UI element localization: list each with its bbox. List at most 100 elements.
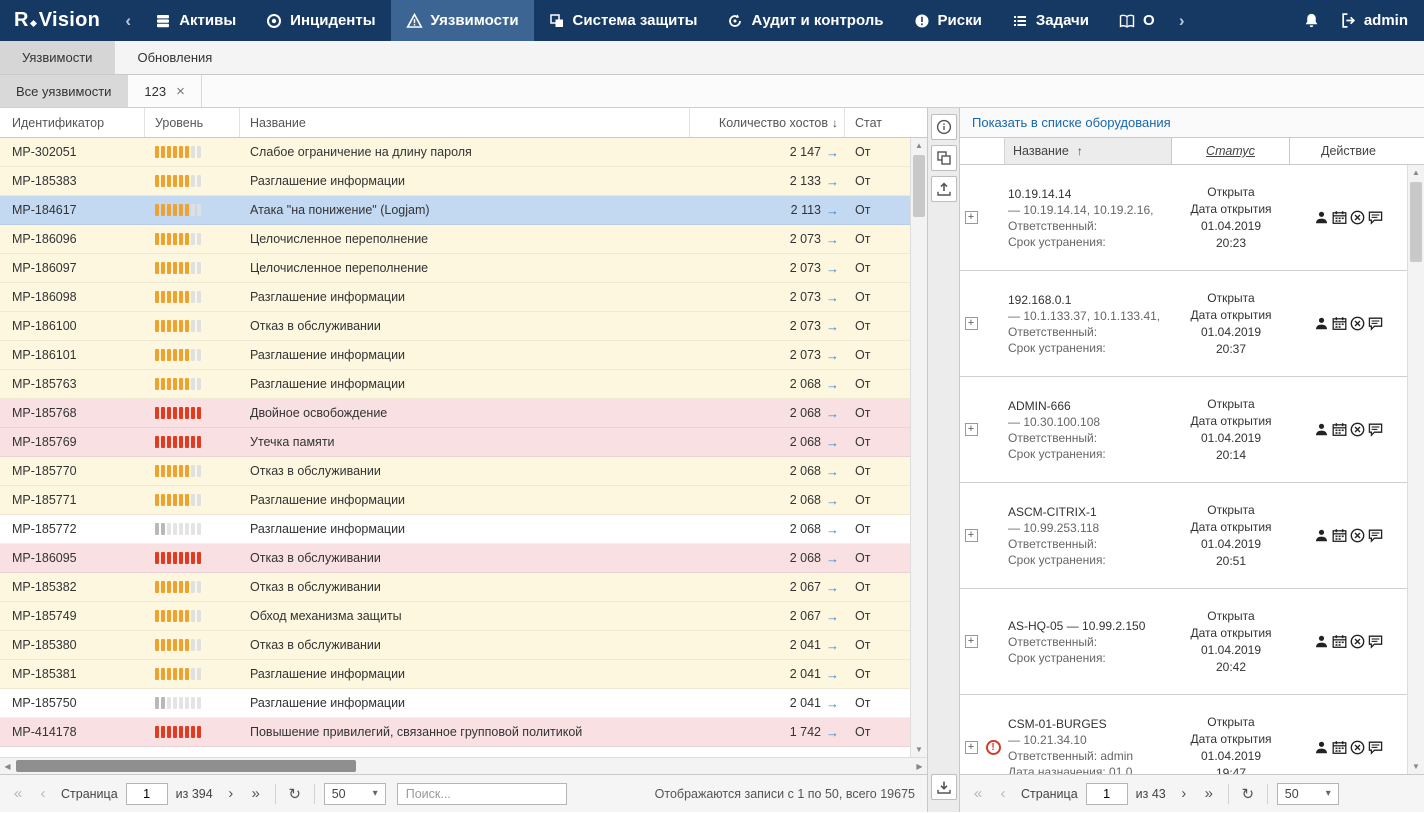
comment-button[interactable]	[1368, 210, 1383, 225]
schedule-button[interactable]	[1332, 528, 1347, 543]
comment-button[interactable]	[1368, 316, 1383, 331]
column-header-name[interactable]: Название	[240, 108, 690, 137]
open-hosts-icon[interactable]: →	[826, 261, 839, 276]
page-size-select[interactable]: 50 ▾	[1276, 782, 1339, 805]
vulnerability-row[interactable]: MP-185749 Обход механизма защиты 2 067 →…	[0, 602, 910, 631]
cancel-button[interactable]	[1350, 740, 1365, 755]
column-header-hosts[interactable]: Количество хостов ↓	[690, 108, 845, 137]
open-hosts-icon[interactable]: →	[826, 725, 839, 740]
equipment-row[interactable]: + ! ADMIN-666 — 10.30.100.108 Ответствен…	[960, 377, 1407, 483]
assign-user-button[interactable]	[1314, 316, 1329, 331]
export-button[interactable]	[930, 176, 957, 202]
comment-button[interactable]	[1368, 634, 1383, 649]
cancel-button[interactable]	[1350, 422, 1365, 437]
open-hosts-icon[interactable]: →	[826, 290, 839, 305]
last-page-button[interactable]: »	[246, 783, 266, 805]
cancel-button[interactable]	[1350, 316, 1365, 331]
schedule-button[interactable]	[1332, 634, 1347, 649]
scroll-right-icon[interactable]: ▶	[912, 758, 927, 774]
open-hosts-icon[interactable]: →	[826, 551, 839, 566]
vulnerability-row[interactable]: MP-185763 Разглашение информации 2 068 →…	[0, 370, 910, 399]
cancel-button[interactable]	[1350, 634, 1365, 649]
download-button[interactable]	[930, 774, 957, 800]
expand-button[interactable]: +	[964, 635, 978, 648]
page-input[interactable]	[125, 782, 168, 805]
search-input[interactable]	[396, 782, 567, 805]
vulnerability-row[interactable]: MP-186098 Разглашение информации 2 073 →…	[0, 283, 910, 312]
expand-button[interactable]: +	[964, 211, 978, 224]
assign-user-button[interactable]	[1314, 634, 1329, 649]
equipment-row[interactable]: + ! 192.168.0.1 — 10.1.133.37, 10.1.133.…	[960, 271, 1407, 377]
nav-scroll-left-icon[interactable]: ‹	[116, 0, 140, 41]
info-button[interactable]	[930, 114, 957, 140]
column-header-equipment-name[interactable]: Название ↑	[1004, 138, 1172, 164]
assign-user-button[interactable]	[1314, 422, 1329, 437]
nav-item-incidents[interactable]: Инциденты	[251, 0, 390, 41]
scrollbar-thumb[interactable]	[1410, 182, 1422, 262]
open-hosts-icon[interactable]: →	[826, 348, 839, 363]
vertical-scrollbar[interactable]: ▲ ▼	[910, 138, 927, 757]
vulnerability-row[interactable]: MP-186101 Разглашение информации 2 073 →…	[0, 341, 910, 370]
comment-button[interactable]	[1368, 422, 1383, 437]
nav-item-reports[interactable]: О	[1104, 0, 1170, 41]
open-hosts-icon[interactable]: →	[826, 638, 839, 653]
assign-user-button[interactable]	[1314, 740, 1329, 755]
user-menu[interactable]: admin	[1332, 0, 1424, 41]
nav-item-vulnerabilities[interactable]: Уязвимости	[390, 0, 534, 41]
schedule-button[interactable]	[1332, 740, 1347, 755]
nav-item-risks[interactable]: Риски	[899, 0, 997, 41]
scroll-down-icon[interactable]: ▼	[1408, 759, 1424, 774]
open-hosts-icon[interactable]: →	[826, 464, 839, 479]
close-icon[interactable]: ×	[176, 84, 185, 99]
scroll-down-icon[interactable]: ▼	[911, 742, 927, 757]
comment-button[interactable]	[1368, 740, 1383, 755]
vulnerability-row[interactable]: MP-414178 Повышение привилегий, связанно…	[0, 718, 910, 747]
schedule-button[interactable]	[1332, 422, 1347, 437]
equipment-row[interactable]: + ! CSM-01-BURGES — 10.21.34.10 Ответств…	[960, 695, 1407, 774]
expand-button[interactable]: +	[964, 741, 978, 754]
open-hosts-icon[interactable]: →	[826, 377, 839, 392]
filter-tab-123[interactable]: 123 ×	[128, 75, 202, 107]
vulnerability-row[interactable]: MP-185771 Разглашение информации 2 068 →…	[0, 486, 910, 515]
assign-user-button[interactable]	[1314, 528, 1329, 543]
nav-item-audit[interactable]: Аудит и контроль	[712, 0, 898, 41]
expand-button[interactable]: +	[964, 423, 978, 436]
open-hosts-icon[interactable]: →	[826, 522, 839, 537]
first-page-button[interactable]: «	[968, 783, 988, 805]
open-hosts-icon[interactable]: →	[826, 609, 839, 624]
vulnerability-row[interactable]: MP-186096 Целочисленное переполнение 2 0…	[0, 225, 910, 254]
filter-tab-all-vulnerabilities[interactable]: Все уязвимости	[0, 75, 129, 107]
column-header-equipment-action[interactable]: Действие	[1290, 138, 1407, 164]
cancel-button[interactable]	[1350, 210, 1365, 225]
scrollbar-thumb[interactable]	[16, 760, 356, 772]
open-hosts-icon[interactable]: →	[826, 493, 839, 508]
prev-page-button[interactable]: ‹	[33, 783, 53, 805]
open-hosts-icon[interactable]: →	[826, 435, 839, 450]
vulnerability-row[interactable]: MP-185383 Разглашение информации 2 133 →…	[0, 167, 910, 196]
column-header-identifier[interactable]: Идентификатор	[0, 108, 145, 137]
comment-button[interactable]	[1368, 528, 1383, 543]
vulnerability-row[interactable]: MP-185769 Утечка памяти 2 068 → От	[0, 428, 910, 457]
nav-scroll-right-icon[interactable]: ›	[1170, 0, 1194, 41]
page-size-select[interactable]: 50 ▾	[323, 782, 386, 805]
scroll-up-icon[interactable]: ▲	[911, 138, 927, 153]
vulnerability-row[interactable]: MP-186097 Целочисленное переполнение 2 0…	[0, 254, 910, 283]
app-logo[interactable]: R Vision	[0, 0, 116, 41]
expand-button[interactable]: +	[964, 529, 978, 542]
nav-item-protection-system[interactable]: Система защиты	[534, 0, 713, 41]
vulnerability-row[interactable]: MP-185768 Двойное освобождение 2 068 → О…	[0, 399, 910, 428]
vertical-scrollbar[interactable]: ▲ ▼	[1407, 165, 1424, 774]
next-page-button[interactable]: ›	[1174, 783, 1194, 805]
refresh-button[interactable]: ↻	[285, 783, 305, 805]
column-header-status[interactable]: Стат	[845, 108, 927, 137]
open-hosts-icon[interactable]: →	[826, 696, 839, 711]
assign-user-button[interactable]	[1314, 210, 1329, 225]
column-header-level[interactable]: Уровень	[145, 108, 240, 137]
scroll-left-icon[interactable]: ◀	[0, 758, 15, 774]
vulnerability-row[interactable]: MP-184617 Атака "на понижение" (Logjam) …	[0, 196, 910, 225]
vulnerability-row[interactable]: MP-185750 Разглашение информации 2 041 →…	[0, 689, 910, 718]
equipment-row[interactable]: + ! ASCM-CITRIX-1 — 10.99.253.118 Ответс…	[960, 483, 1407, 589]
refresh-button[interactable]: ↻	[1238, 783, 1258, 805]
schedule-button[interactable]	[1332, 316, 1347, 331]
scroll-up-icon[interactable]: ▲	[1408, 165, 1424, 180]
